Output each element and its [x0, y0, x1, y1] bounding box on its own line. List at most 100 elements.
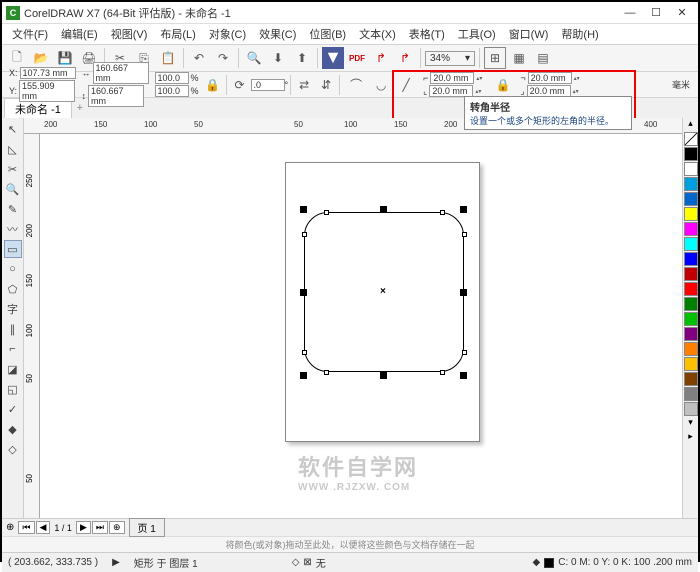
import-button[interactable]: ⬇	[267, 47, 289, 69]
open-button[interactable]: 📂	[30, 47, 52, 69]
dropshadow-tool[interactable]: ◪	[4, 360, 22, 378]
close-button[interactable]: ✕	[670, 4, 694, 22]
minimize-button[interactable]: —	[618, 4, 642, 22]
add-page-button[interactable]: ⊕	[109, 521, 125, 534]
handle-tl[interactable]	[300, 206, 307, 213]
swatch[interactable]	[684, 237, 698, 251]
pick-tool[interactable]: ↖	[4, 120, 22, 138]
prev-page-button[interactable]: ◀	[36, 521, 51, 534]
corner-type-chamfer-icon[interactable]: ╱	[395, 74, 417, 96]
node[interactable]	[324, 210, 329, 215]
swatch[interactable]	[684, 297, 698, 311]
handle-bl[interactable]	[300, 372, 307, 379]
first-page-button[interactable]: ⏮	[18, 521, 34, 534]
fill-indicator-icon[interactable]: ◇	[292, 557, 300, 568]
width-input[interactable]: 160.667 mm	[93, 62, 149, 84]
swatch[interactable]	[684, 267, 698, 281]
menu-help[interactable]: 帮助(H)	[555, 24, 604, 44]
page-tab[interactable]: 页 1	[129, 518, 165, 537]
zoom-combo[interactable]: 34%▾	[425, 51, 475, 66]
status-next-icon[interactable]: ▶	[112, 557, 120, 568]
zoom-tool[interactable]: 🔍	[4, 180, 22, 198]
options-button[interactable]: ▦	[508, 47, 530, 69]
snap-button[interactable]: ⊞	[484, 47, 506, 69]
parallel-tool[interactable]: ∥	[4, 320, 22, 338]
node[interactable]	[440, 210, 445, 215]
corner-type-round-icon[interactable]: ⌒	[345, 74, 367, 96]
rectangle-tool[interactable]: ▭	[4, 240, 22, 258]
outline-indicator-icon[interactable]: ◆	[533, 557, 541, 568]
menu-file[interactable]: 文件(F)	[6, 24, 54, 44]
swatch[interactable]	[684, 207, 698, 221]
last-page-button[interactable]: ⏭	[92, 521, 108, 534]
handle-bm[interactable]	[380, 372, 387, 379]
crop-tool[interactable]: ✂	[4, 160, 22, 178]
lock-corners-icon[interactable]: 🔒	[492, 74, 514, 96]
menu-effects[interactable]: 效果(C)	[253, 24, 302, 44]
maximize-button[interactable]: ☐	[644, 4, 668, 22]
eyedropper-tool[interactable]: ✓	[4, 400, 22, 418]
swatch[interactable]	[684, 147, 698, 161]
search-button[interactable]: 🔍	[243, 47, 265, 69]
handle-ml[interactable]	[300, 289, 307, 296]
mirror-h-button[interactable]: ⇄	[293, 74, 315, 96]
swatch-none[interactable]	[684, 132, 698, 146]
export-button[interactable]: ⬆	[291, 47, 313, 69]
freehand-tool[interactable]: ✎	[4, 200, 22, 218]
palette-down-icon[interactable]: ▾	[683, 417, 698, 431]
new-button[interactable]: 🗋	[6, 47, 28, 69]
launch-button[interactable]: ▤	[532, 47, 554, 69]
scaley-input[interactable]: 100.0	[155, 85, 189, 97]
undo-button[interactable]: ↶	[188, 47, 210, 69]
swatch[interactable]	[684, 177, 698, 191]
scalex-input[interactable]: 100.0	[155, 72, 189, 84]
swatch[interactable]	[684, 357, 698, 371]
export-arrow1-icon[interactable]: ↱	[370, 47, 392, 69]
menu-object[interactable]: 对象(C)	[203, 24, 252, 44]
node[interactable]	[462, 232, 467, 237]
save-button[interactable]: 💾	[54, 47, 76, 69]
swatch[interactable]	[684, 222, 698, 236]
swatch[interactable]	[684, 387, 698, 401]
swatch[interactable]	[684, 402, 698, 416]
menu-layout[interactable]: 布局(L)	[154, 24, 201, 44]
menu-view[interactable]: 视图(V)	[105, 24, 154, 44]
handle-br[interactable]	[460, 372, 467, 379]
swatch[interactable]	[684, 327, 698, 341]
canvas[interactable]: × 软件自学网 WWW .RJZXW. COM	[40, 134, 682, 518]
mirror-v-button[interactable]: ⇵	[315, 74, 337, 96]
palette-expand-icon[interactable]: ▸	[683, 431, 698, 445]
corner-tr-input[interactable]: 20.0 mm	[528, 72, 572, 84]
menu-text[interactable]: 文本(X)	[353, 24, 402, 44]
y-input[interactable]: 155.909 mm	[19, 80, 75, 102]
ruler-vertical[interactable]: 250 200 150 100 50 50	[24, 134, 40, 518]
lock-ratio-icon[interactable]: 🔒	[202, 74, 224, 96]
menu-table[interactable]: 表格(T)	[403, 24, 451, 44]
swatch[interactable]	[684, 312, 698, 326]
x-input[interactable]: 107.73 mm	[20, 67, 76, 79]
connector-tool[interactable]: ⌐	[4, 340, 22, 358]
fill-tool[interactable]: ◆	[4, 420, 22, 438]
menu-edit[interactable]: 编辑(E)	[55, 24, 104, 44]
corner-type-scallop-icon[interactable]: ◡	[370, 74, 392, 96]
artistic-tool[interactable]: 〰	[4, 220, 22, 238]
polygon-tool[interactable]: ⬠	[4, 280, 22, 298]
corner-tl-input[interactable]: 20.0 mm	[430, 72, 474, 84]
handle-tr[interactable]	[460, 206, 467, 213]
menu-bitmap[interactable]: 位图(B)	[303, 24, 352, 44]
pdf-button[interactable]: PDF	[346, 47, 368, 69]
text-tool[interactable]: 字	[4, 300, 22, 318]
height-input[interactable]: 160.667 mm	[88, 85, 144, 107]
outline-tool[interactable]: ◇	[4, 440, 22, 458]
handle-tm[interactable]	[380, 206, 387, 213]
rotate-input[interactable]: .0	[251, 79, 285, 91]
swatch[interactable]	[684, 372, 698, 386]
publish-button[interactable]	[322, 47, 344, 69]
node[interactable]	[302, 232, 307, 237]
paste-button[interactable]: 📋	[157, 47, 179, 69]
redo-button[interactable]: ↷	[212, 47, 234, 69]
transparency-tool[interactable]: ◱	[4, 380, 22, 398]
swatch[interactable]	[684, 282, 698, 296]
shape-tool[interactable]: ◺	[4, 140, 22, 158]
swatch[interactable]	[684, 162, 698, 176]
